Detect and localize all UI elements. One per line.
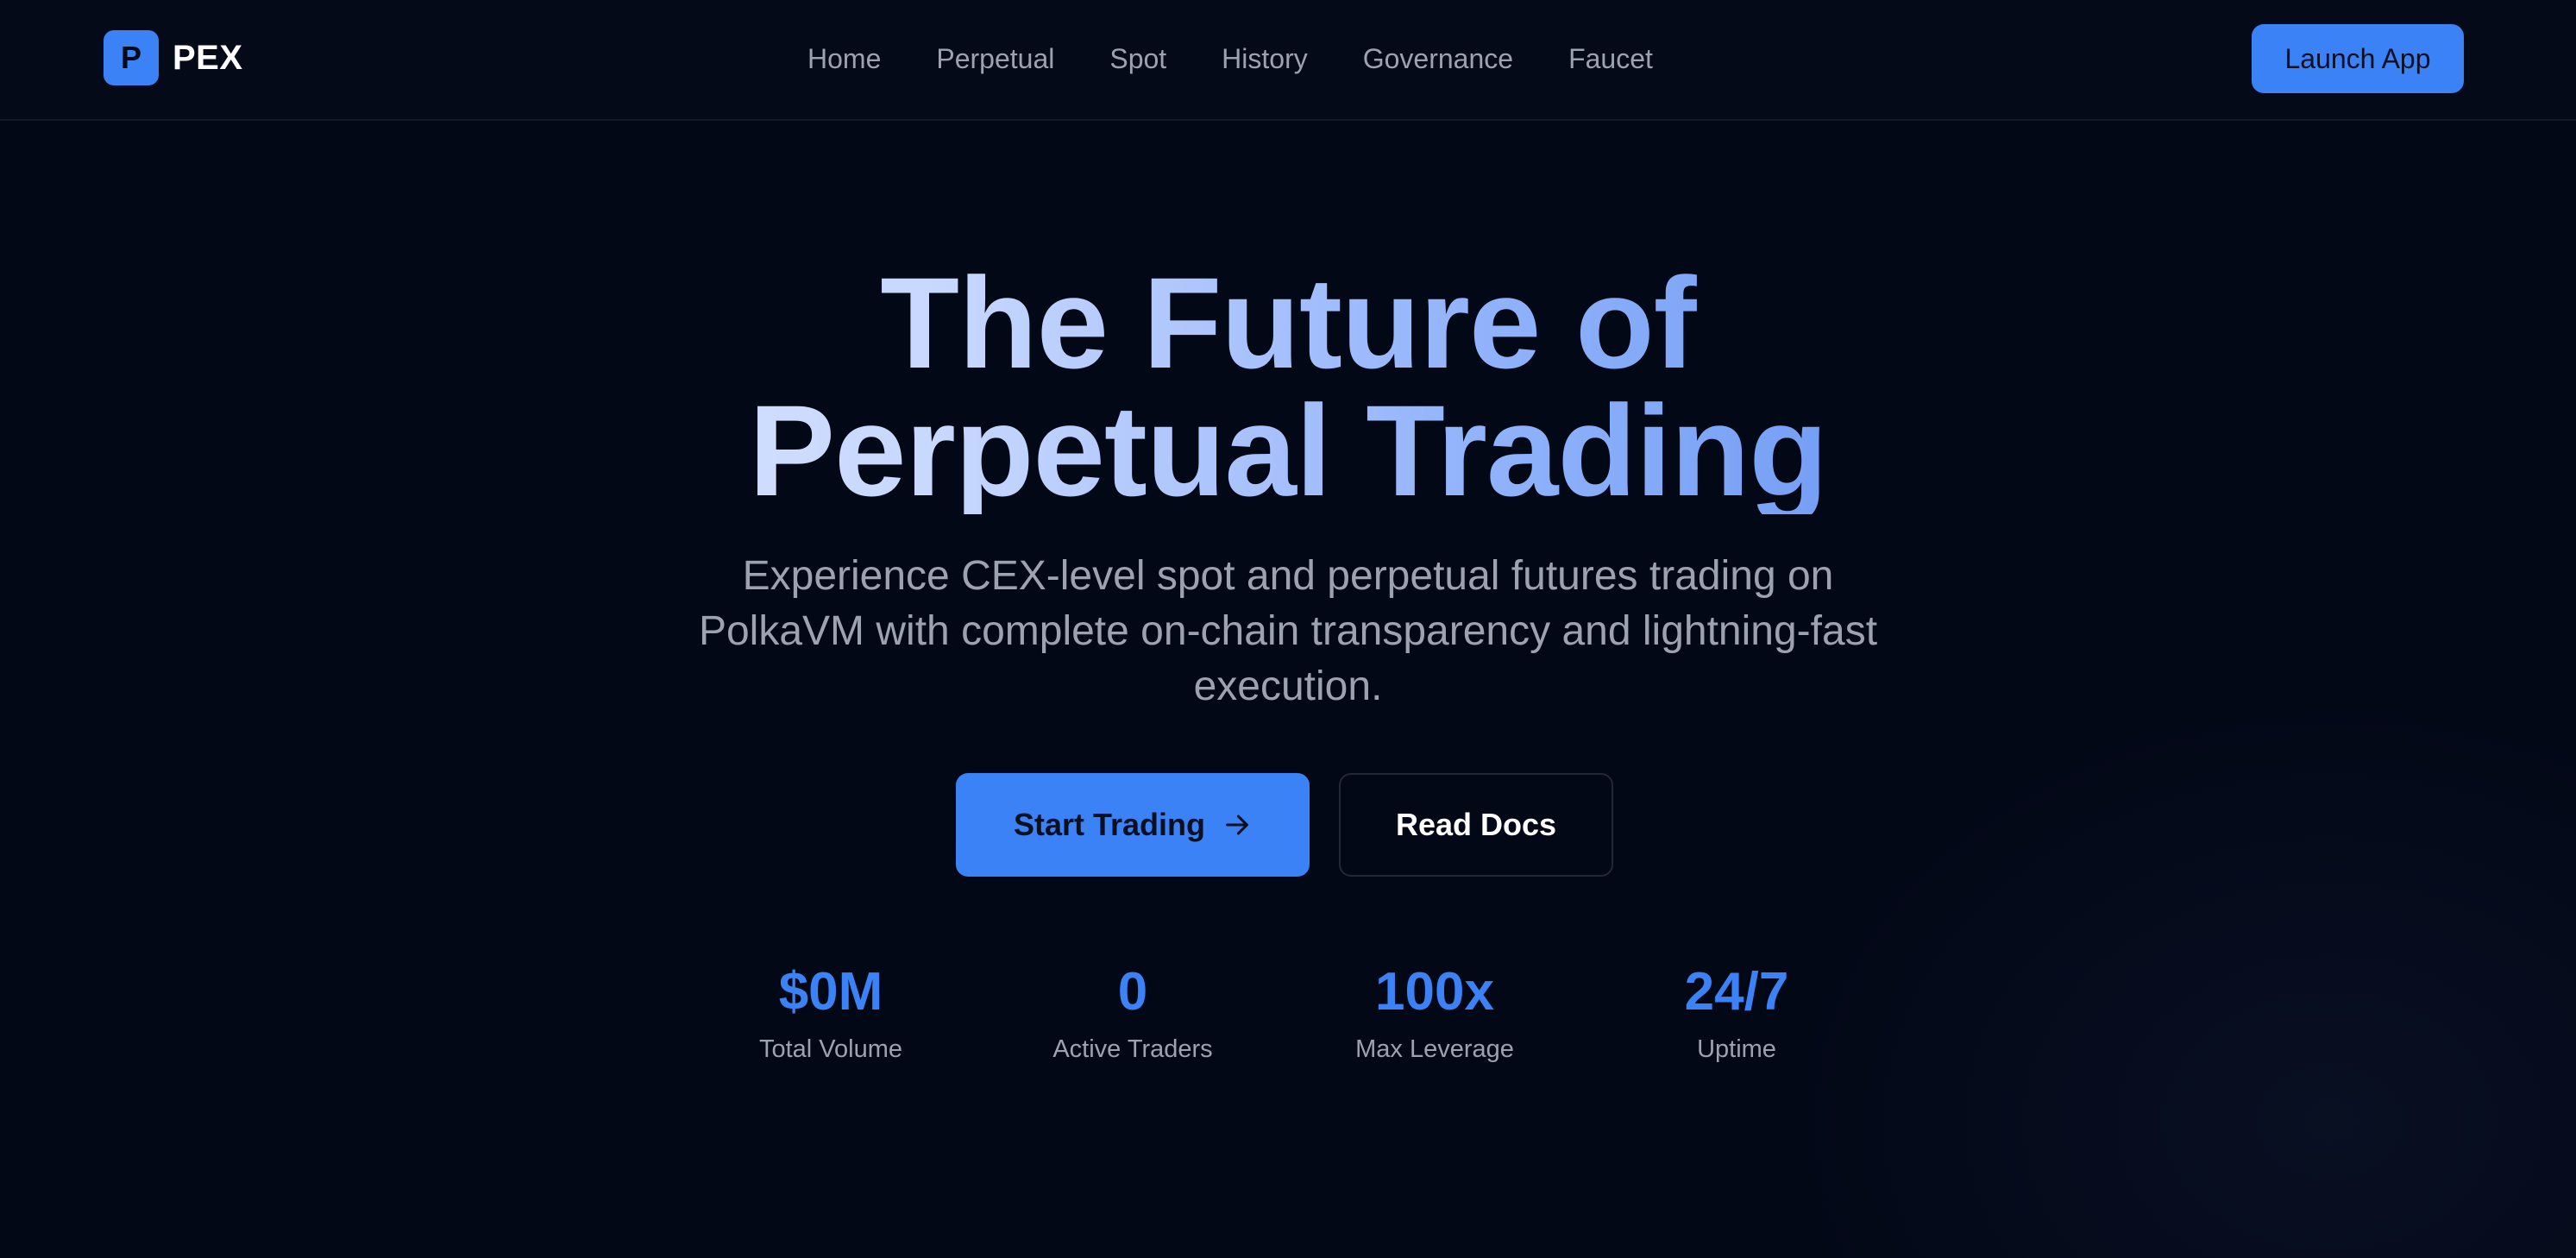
stat-uptime: 24/7 Uptime — [1586, 958, 1888, 1068]
nav-item-home[interactable]: Home — [807, 43, 881, 75]
top-navbar: P PEX Home Perpetual Spot History Govern… — [0, 0, 2576, 121]
brand-mark-icon: P — [104, 30, 159, 85]
hero-title-line-2: Perpetual Trading — [749, 378, 1827, 523]
brand-name: PEX — [173, 38, 243, 77]
nav-item-history[interactable]: History — [1222, 43, 1308, 75]
stat-label: Active Traders — [1052, 1035, 1213, 1063]
read-docs-button[interactable]: Read Docs — [1339, 773, 1613, 877]
nav-item-governance[interactable]: Governance — [1363, 43, 1513, 75]
stat-total-volume: $0M Total Volume — [680, 958, 982, 1068]
arrow-right-icon — [1226, 815, 1248, 835]
start-trading-button[interactable]: Start Trading — [956, 773, 1310, 877]
stats-row: $0M Total Volume 0 Active Traders 100x M… — [680, 958, 1888, 1068]
main-nav: Home Perpetual Spot History Governance F… — [807, 38, 1653, 79]
hero-title: The Future of Perpetual Trading — [425, 259, 2151, 514]
stat-value: 24/7 — [1684, 962, 1789, 1022]
nav-item-spot[interactable]: Spot — [1109, 43, 1166, 75]
nav-item-faucet[interactable]: Faucet — [1568, 43, 1653, 75]
stat-value: $0M — [778, 962, 883, 1022]
stat-label: Max Leverage — [1355, 1035, 1514, 1063]
hero-subtitle: Experience CEX-level spot and perpetual … — [698, 553, 1878, 709]
nav-item-perpetual[interactable]: Perpetual — [936, 43, 1054, 75]
launch-app-button[interactable]: Launch App — [2252, 24, 2464, 93]
start-trading-label: Start Trading — [1013, 807, 1206, 842]
landing-page: P PEX Home Perpetual Spot History Govern… — [0, 0, 2576, 1258]
stat-label: Total Volume — [758, 1035, 903, 1063]
stat-max-leverage: 100x Max Leverage — [1284, 958, 1586, 1068]
brand-logo[interactable]: P PEX — [104, 30, 243, 85]
stat-label: Uptime — [1697, 1035, 1776, 1063]
hero-cta-group: Start Trading Read Docs — [956, 773, 1613, 877]
stat-value: 100x — [1375, 962, 1494, 1022]
stat-value: 0 — [1117, 962, 1148, 1022]
hero-title-line-1: The Future of — [880, 250, 1696, 395]
stat-active-traders: 0 Active Traders — [982, 958, 1284, 1068]
